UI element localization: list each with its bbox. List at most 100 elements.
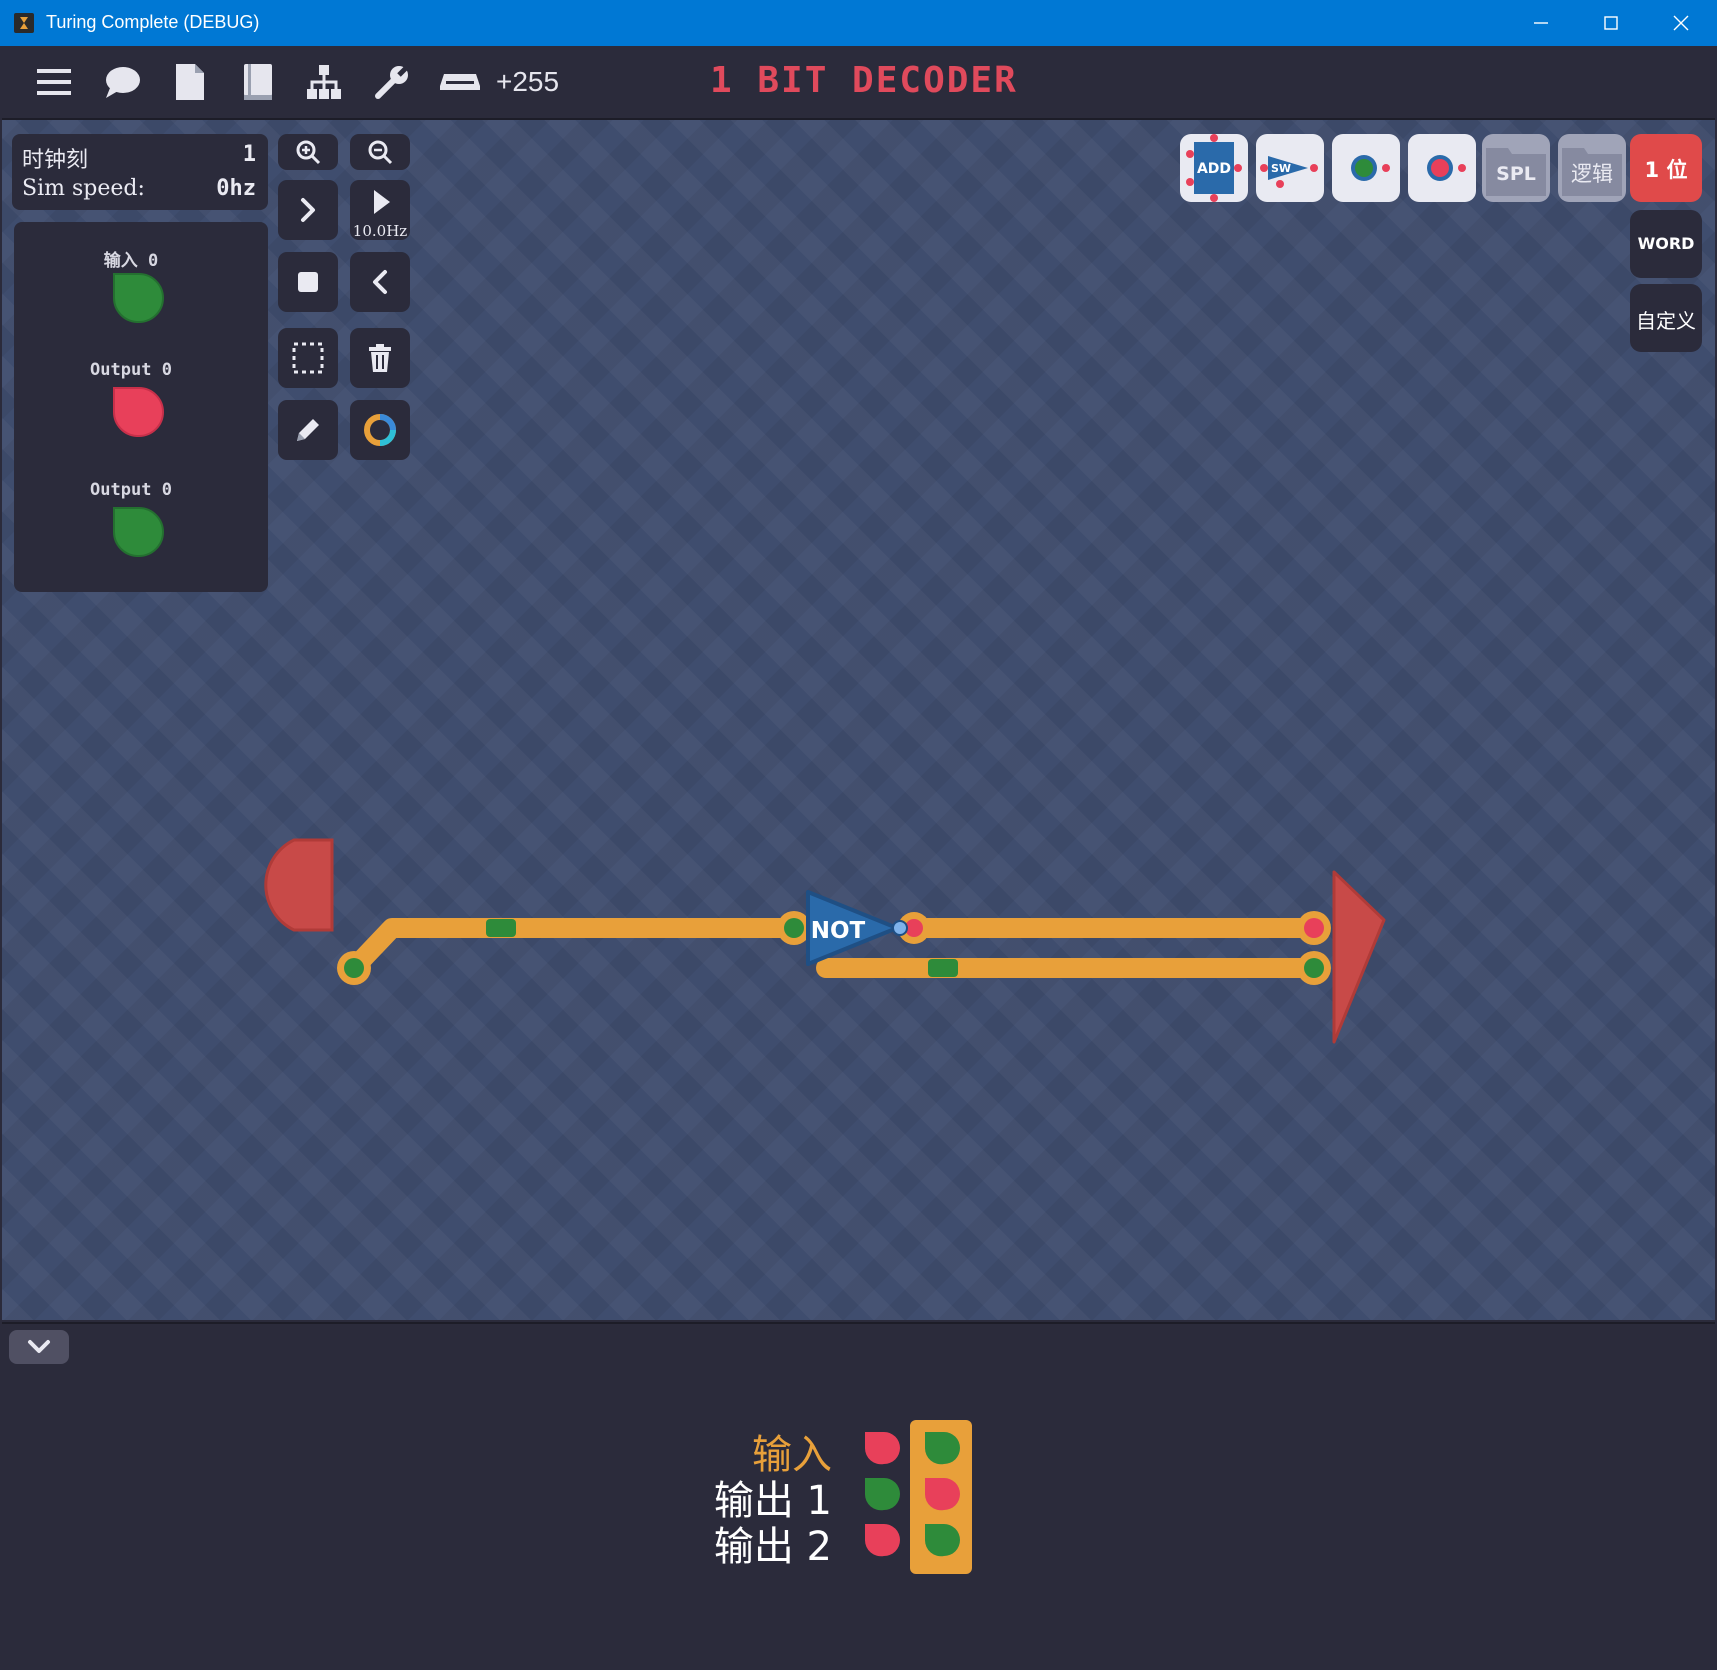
chevron-down-icon <box>28 1340 50 1353</box>
document-icon <box>176 64 204 100</box>
step-forward-icon <box>301 198 315 222</box>
scanner-button[interactable] <box>438 62 482 102</box>
add-component-icon: ADD <box>1186 134 1242 202</box>
custom-category-button[interactable]: 自定义 <box>1630 284 1702 352</box>
switch-component-icon: SW <box>1260 156 1318 188</box>
select-area-button[interactable] <box>278 328 338 388</box>
wrench-icon <box>375 64 410 99</box>
toolbar: +255 1 BIT DECODER <box>2 46 1715 120</box>
logic-folder-button[interactable]: 逻辑 <box>1558 134 1626 202</box>
book-icon <box>244 64 272 100</box>
window-title: Turing Complete (DEBUG) <box>46 12 260 32</box>
zoom-out-icon <box>368 140 393 165</box>
tick-value: 1 <box>242 142 256 167</box>
minimize-icon <box>1534 22 1548 24</box>
close-button[interactable] <box>1646 0 1716 46</box>
zoom-in-button[interactable] <box>278 134 338 170</box>
app-window: Turing Complete (DEBUG) +255 1 BIT DECOD… <box>0 0 1717 1670</box>
tt-output-2-expected <box>864 1524 900 1557</box>
not-gate[interactable]: NOT <box>777 890 930 966</box>
tt-output-1-actual <box>924 1478 960 1511</box>
bottom-panel: 输入 输出 1 输出 2 <box>2 1322 1715 1670</box>
folder-icon: 逻辑 <box>1562 148 1622 196</box>
wire-state-indicator <box>928 959 958 977</box>
io-panel: 输入 0 Output 0 Output 0 <box>14 222 268 592</box>
sim-speed-value: 0hz <box>216 176 256 201</box>
io-output-0-indicator[interactable] <box>109 386 165 438</box>
io-output-0-label: Output 0 <box>90 360 172 380</box>
word-category-button[interactable]: WORD <box>1630 210 1702 278</box>
tick-label: 时钟刻 <box>22 148 89 173</box>
chat-icon <box>106 67 140 98</box>
io-input-0-label: 输入 0 <box>103 251 159 271</box>
custom-label: 自定义 <box>1636 309 1696 333</box>
color-wheel-icon <box>364 414 396 446</box>
title-bar: Turing Complete (DEBUG) <box>0 0 1717 46</box>
io-output-1-label: Output 0 <box>90 480 172 500</box>
output-pin-button[interactable] <box>1408 134 1476 202</box>
tt-output-2-actual <box>924 1524 960 1557</box>
input-component[interactable] <box>264 838 371 985</box>
io-output-1-indicator[interactable] <box>109 506 165 558</box>
tt-output-1-expected <box>864 1478 900 1511</box>
tt-input-expected <box>864 1432 900 1465</box>
wire-input-to-output-2[interactable] <box>816 958 1324 978</box>
level-title: 1 BIT DECODER <box>710 60 1018 101</box>
play-button[interactable]: 10.0Hz <box>350 180 410 240</box>
bit-category-button[interactable]: 1 位 <box>1630 134 1702 202</box>
hierarchy-icon <box>307 65 341 99</box>
word-label: WORD <box>1637 234 1695 253</box>
play-speed-label: 10.0Hz <box>352 222 408 240</box>
spl-folder-button[interactable]: SPL <box>1482 134 1550 202</box>
input-pin-button[interactable] <box>1332 134 1400 202</box>
document-button[interactable] <box>170 62 210 102</box>
wire-state-indicator <box>486 919 516 937</box>
not-gate-label: NOT <box>811 918 866 944</box>
menu-icon <box>37 69 71 95</box>
maximize-icon <box>1604 16 1618 30</box>
spl-label: SPL <box>1496 163 1536 185</box>
zoom-out-button[interactable] <box>350 134 410 170</box>
color-picker-button[interactable] <box>350 400 410 460</box>
maximize-button[interactable] <box>1576 0 1646 46</box>
menu-button[interactable] <box>34 62 74 102</box>
pencil-button[interactable] <box>278 400 338 460</box>
delete-button[interactable] <box>350 328 410 388</box>
tt-row-output-2-label: 输出 2 <box>713 1524 832 1570</box>
io-input-0-indicator[interactable] <box>109 272 165 324</box>
trash-icon <box>369 344 391 372</box>
add-label: ADD <box>1197 161 1231 177</box>
folder-icon: SPL <box>1486 148 1546 196</box>
wire-input-to-not[interactable] <box>344 918 802 978</box>
sim-speed-label: Sim speed: <box>22 176 145 201</box>
stop-icon <box>298 272 318 292</box>
logic-label: 逻辑 <box>1571 162 1613 186</box>
stats-panel: 时钟刻 1 Sim speed: 0hz <box>12 134 268 210</box>
step-forward-button[interactable] <box>278 180 338 240</box>
output-component[interactable] <box>1297 870 1386 1044</box>
hierarchy-button[interactable] <box>304 62 344 102</box>
add-component-button[interactable]: ADD <box>1180 134 1248 202</box>
close-icon <box>1673 15 1689 31</box>
score-counter: +255 <box>496 66 560 97</box>
app-icon <box>14 13 34 33</box>
pencil-icon <box>297 419 319 441</box>
step-back-icon <box>373 270 387 294</box>
chat-button[interactable] <box>102 62 142 102</box>
wrench-button[interactable] <box>372 62 412 102</box>
select-area-icon <box>292 342 324 374</box>
switch-label: SW <box>1271 162 1291 175</box>
scanner-icon <box>440 74 480 90</box>
book-button[interactable] <box>238 62 278 102</box>
play-icon <box>374 190 390 214</box>
bit-label: 1 位 <box>1644 158 1688 182</box>
minimize-button[interactable] <box>1506 0 1576 46</box>
input-pin-icon <box>1351 155 1390 181</box>
tt-input-actual <box>924 1432 960 1465</box>
step-back-button[interactable] <box>350 252 410 312</box>
zoom-in-icon <box>296 140 321 165</box>
stop-button[interactable] <box>278 252 338 312</box>
collapse-button[interactable] <box>9 1330 69 1364</box>
output-pin-icon <box>1427 155 1466 181</box>
switch-component-button[interactable]: SW <box>1256 134 1324 202</box>
